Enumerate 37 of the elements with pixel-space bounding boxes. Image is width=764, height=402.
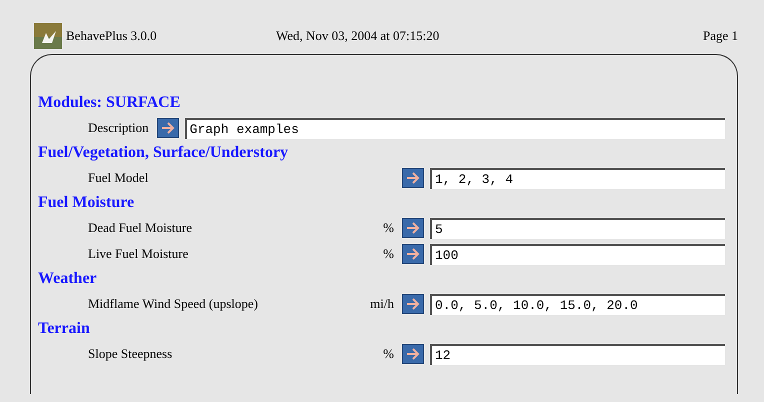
field-label: Fuel Model [88, 169, 150, 188]
section-heading: Weather [38, 269, 97, 289]
field-label: Live Fuel Moisture [88, 245, 190, 264]
units-label: % [382, 219, 395, 238]
page-number: Page 1 [702, 27, 738, 46]
arrow-button[interactable] [402, 244, 424, 264]
field-label: Midflame Wind Speed (upslope) [88, 295, 260, 314]
section-heading: Modules: SURFACE [38, 93, 180, 113]
section-heading: Fuel/Vegetation, Surface/Understory [38, 143, 288, 163]
units-label: mi/h [369, 295, 395, 314]
arrow-icon [405, 247, 421, 261]
app-logo-icon [34, 23, 62, 49]
input-field[interactable]: 12 [430, 344, 725, 364]
arrow-icon [405, 297, 421, 311]
arrow-button[interactable] [156, 118, 179, 138]
section-heading: Fuel Moisture [38, 193, 134, 213]
units-label: % [382, 345, 395, 364]
field-label: Dead Fuel Moisture [88, 219, 193, 238]
app-name: BehavePlus 3.0.0 [66, 27, 158, 46]
arrow-icon [405, 171, 421, 185]
print-date: Wed, Nov 03, 2004 at 07:15:20 [276, 27, 440, 46]
field-label: Slope Steepness [88, 345, 174, 364]
arrow-icon [405, 221, 421, 235]
arrow-button[interactable] [402, 294, 424, 314]
field-label: Description [88, 119, 149, 138]
arrow-button[interactable] [402, 168, 424, 188]
input-field[interactable]: 0.0, 5.0, 10.0, 15.0, 20.0 [430, 294, 725, 314]
arrow-icon [405, 347, 421, 361]
units-label: % [382, 245, 395, 264]
input-field[interactable]: 100 [430, 244, 725, 264]
input-field[interactable]: 5 [430, 218, 725, 238]
input-field[interactable]: Graph examples [184, 118, 725, 138]
arrow-icon [160, 121, 176, 135]
arrow-button[interactable] [402, 218, 424, 238]
input-field[interactable]: 1, 2, 3, 4 [430, 168, 725, 188]
arrow-button[interactable] [402, 344, 424, 364]
section-heading: Terrain [38, 319, 90, 339]
